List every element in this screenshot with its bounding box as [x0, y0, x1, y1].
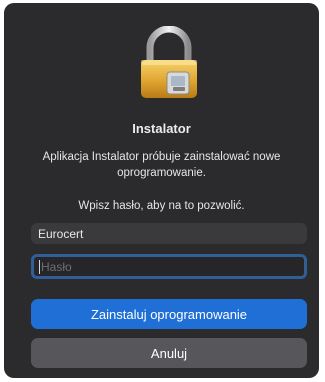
cancel-button[interactable]: Anuluj: [31, 338, 307, 368]
install-button-label: Zainstaluj oprogramowanie: [90, 306, 248, 322]
password-field[interactable]: Hasło: [31, 254, 307, 279]
dialog-message: Aplikacja Instalator próbuje zainstalowa…: [42, 151, 281, 179]
password-placeholder: Hasło: [41, 259, 72, 274]
text-caret: [39, 259, 40, 274]
cancel-button-label: Anuluj: [150, 345, 188, 361]
install-button[interactable]: Zainstaluj oprogramowanie: [31, 299, 307, 329]
dialog-title: Instalator: [132, 121, 191, 136]
auth-dialog: Instalator Aplikacja Instalator próbuje …: [4, 3, 319, 378]
lock-icon: [137, 25, 201, 100]
username-field[interactable]: Eurocert: [31, 223, 307, 244]
username-value: Eurocert: [38, 226, 84, 241]
dialog-prompt: Wpisz hasło, aby na to pozwolić.: [78, 200, 245, 212]
